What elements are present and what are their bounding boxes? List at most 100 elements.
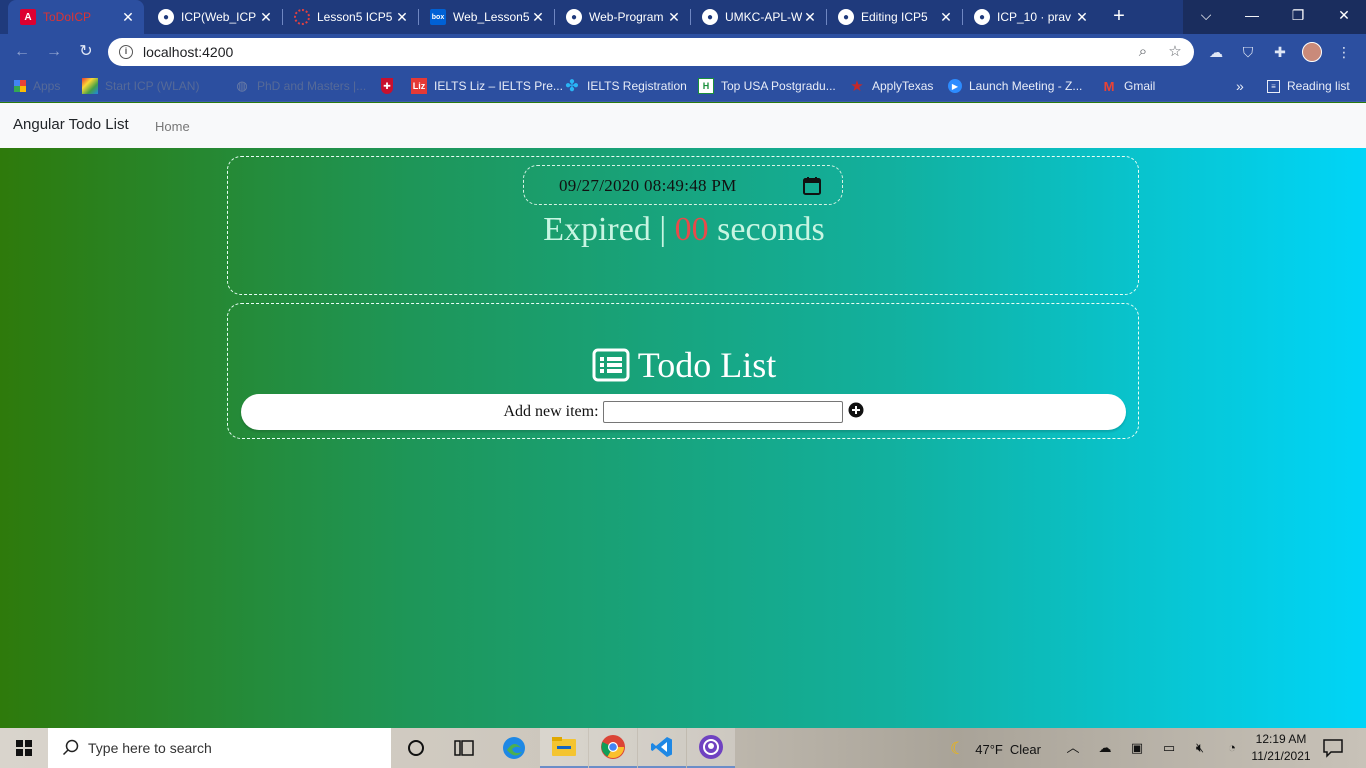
window-controls: ⌵ — ❐ ✕ xyxy=(1183,0,1366,34)
tab-web-lesson5[interactable]: box Web_Lesson5 ✕ xyxy=(418,0,554,34)
tray-chevron-up-icon[interactable]: ︿ xyxy=(1063,738,1083,758)
bookmark-label: IELTS Liz – IELTS Pre... xyxy=(434,79,563,93)
shield-icon: ✚ xyxy=(381,78,393,94)
edge-icon[interactable] xyxy=(490,728,538,768)
task-view-icon[interactable] xyxy=(440,728,488,768)
extension-cloud-icon[interactable]: ☁ xyxy=(1206,42,1226,62)
tab-umkc-apl[interactable]: ● UMKC-APL-W ✕ xyxy=(690,0,826,34)
menu-kebab-icon[interactable]: ⋮ xyxy=(1334,42,1354,62)
gmail-icon: M xyxy=(1103,78,1115,94)
zoom-search-icon[interactable]: ⌕ xyxy=(1134,43,1152,61)
minimize-button[interactable]: — xyxy=(1229,0,1275,30)
close-icon[interactable]: ✕ xyxy=(666,9,682,26)
todo-title: Todo List xyxy=(637,345,777,385)
github-icon: ● xyxy=(974,9,990,25)
tab-icp-web[interactable]: ● ICP(Web_ICP ✕ xyxy=(146,0,282,34)
bookmark-applytexas[interactable]: ★ ApplyTexas xyxy=(849,76,933,96)
tab-todoicp[interactable]: A ToDoICP ✕ xyxy=(8,0,144,34)
tab-search-chevron-icon[interactable]: ⌵ xyxy=(1183,0,1229,30)
close-icon[interactable]: ✕ xyxy=(530,9,546,26)
moon-icon: ☾ xyxy=(950,739,966,758)
tab-editing-icp5[interactable]: ● Editing ICP5 ✕ xyxy=(826,0,962,34)
bookmark-gmail[interactable]: M Gmail xyxy=(1101,76,1156,96)
tab-title: UMKC-APL-W xyxy=(725,10,802,24)
datetime-value[interactable]: 09/27/2020 08:49:48 PM xyxy=(559,176,737,196)
weather-widget[interactable]: ☾ 47°F Clear xyxy=(950,739,1041,759)
tab-title: Web_Lesson5 xyxy=(453,10,530,24)
onedrive-cloud-icon[interactable]: ☁ xyxy=(1095,738,1115,758)
close-icon[interactable]: ✕ xyxy=(258,9,274,26)
wifi-icon[interactable]: ◔ xyxy=(1222,738,1242,758)
add-item-input[interactable] xyxy=(602,401,843,423)
todo-card: Todo List Add new item: xyxy=(227,303,1139,439)
tab-icp10[interactable]: ● ICP_10 · prav ✕ xyxy=(962,0,1098,34)
bookmark-ielts-liz[interactable]: Liz IELTS Liz – IELTS Pre... xyxy=(411,76,563,96)
bookmark-start-icp[interactable]: Start ICP (WLAN) xyxy=(82,76,199,96)
new-tab-button[interactable]: + xyxy=(1108,5,1130,27)
clock-date: 11/21/2021 xyxy=(1251,749,1311,763)
calendar-icon[interactable] xyxy=(802,176,822,196)
add-item-plus-icon[interactable] xyxy=(848,402,864,418)
chrome-icon[interactable] xyxy=(589,728,637,768)
ielts-icon: ✤ xyxy=(565,78,579,95)
bookmark-star-icon[interactable]: ☆ xyxy=(1166,43,1184,61)
tab-web-program[interactable]: ● Web-Program ✕ xyxy=(554,0,690,34)
datetime-picker[interactable]: 09/27/2020 08:49:48 PM xyxy=(523,165,843,205)
todo-heading: Todo List xyxy=(228,344,1140,386)
tray-app-icon[interactable]: ▣ xyxy=(1127,738,1147,758)
tab-title: Lesson5 ICP5 xyxy=(317,10,393,24)
vscode-icon[interactable] xyxy=(638,728,686,768)
back-arrow-icon[interactable]: ← xyxy=(11,41,33,63)
system-clock[interactable]: 12:19 AM 11/21/2021 xyxy=(1248,731,1314,765)
windows-start-icon[interactable] xyxy=(0,728,48,768)
reload-icon[interactable]: ↻ xyxy=(75,41,97,63)
search-icon xyxy=(62,739,79,756)
reading-list-label: Reading list xyxy=(1287,79,1350,93)
app-navbar: Angular Todo List Home xyxy=(0,103,1366,148)
bookmark-label: IELTS Registration xyxy=(587,79,687,93)
close-icon[interactable]: ✕ xyxy=(938,9,954,26)
star-icon: ★ xyxy=(850,78,864,95)
forward-arrow-icon[interactable]: → xyxy=(43,41,65,63)
bookmark-shield[interactable]: ✚ xyxy=(381,76,400,96)
close-window-button[interactable]: ✕ xyxy=(1321,0,1366,30)
close-icon[interactable]: ✕ xyxy=(1074,9,1090,26)
tab-title: ToDoICP xyxy=(43,10,92,24)
bookmark-zoom-meeting[interactable]: ▶ Launch Meeting - Z... xyxy=(948,76,1082,96)
profile-avatar[interactable] xyxy=(1302,42,1322,62)
color-grid-icon xyxy=(82,78,98,94)
address-bar[interactable]: i localhost:4200 ⌕ ☆ xyxy=(108,38,1194,66)
bookmark-top-usa[interactable]: H Top USA Postgradu... xyxy=(698,76,836,96)
bookmarks-overflow-chevron[interactable]: » xyxy=(1236,76,1244,96)
github-desktop-icon[interactable] xyxy=(687,728,735,768)
tab-lesson5[interactable]: Lesson5 ICP5 ✕ xyxy=(282,0,418,34)
taskbar-search-box[interactable]: Type here to search xyxy=(48,728,391,768)
bookmark-apps[interactable]: Apps xyxy=(14,76,60,96)
close-icon[interactable]: ✕ xyxy=(802,9,818,26)
file-explorer-icon[interactable] xyxy=(540,728,588,768)
site-info-icon[interactable]: i xyxy=(119,45,133,59)
battery-icon[interactable]: ▭ xyxy=(1159,738,1179,758)
extension-shield-icon[interactable]: ⛉ xyxy=(1238,42,1258,62)
zoom-icon: ▶ xyxy=(948,79,962,93)
bookmark-phd-masters[interactable]: ◍ PhD and Masters |... xyxy=(234,76,366,96)
speaker-muted-icon[interactable]: 🔇︎ xyxy=(1190,738,1210,758)
bookmark-label: Launch Meeting - Z... xyxy=(969,79,1083,93)
nav-link-home[interactable]: Home xyxy=(155,119,190,134)
close-icon[interactable]: ✕ xyxy=(120,9,136,26)
bookmark-ielts-registration[interactable]: ✤ IELTS Registration xyxy=(564,76,687,96)
cortana-icon[interactable] xyxy=(392,728,440,768)
restore-button[interactable]: ❐ xyxy=(1275,0,1321,30)
windows-taskbar: Type here to search ☾ 47°F Clear ︿ ☁ ▣ ▭… xyxy=(0,728,1366,768)
navbar-brand[interactable]: Angular Todo List xyxy=(13,116,129,133)
notification-center-icon[interactable] xyxy=(1322,738,1344,758)
address-url[interactable]: localhost:4200 xyxy=(143,44,233,60)
bookmark-label: ApplyTexas xyxy=(872,79,934,93)
list-icon xyxy=(592,348,630,382)
browser-tab-strip: A ToDoICP ✕ ● ICP(Web_ICP ✕ Lesson5 ICP5… xyxy=(0,0,1366,34)
close-icon[interactable]: ✕ xyxy=(394,9,410,26)
add-item-row: Add new item: xyxy=(241,394,1126,430)
box-icon: box xyxy=(430,9,446,25)
extensions-puzzle-icon[interactable]: ✚ xyxy=(1270,42,1290,62)
reading-list-button[interactable]: ≡ Reading list xyxy=(1267,76,1350,96)
